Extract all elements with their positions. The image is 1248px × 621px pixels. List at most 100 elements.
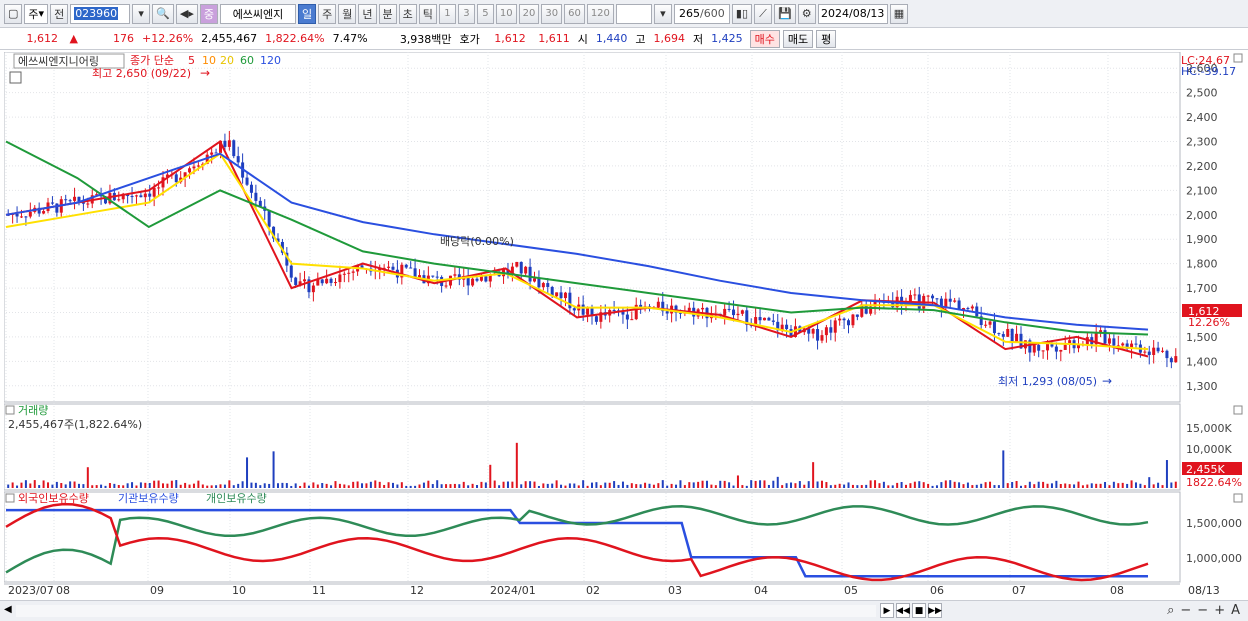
grid-toggle-icon[interactable]	[9, 71, 22, 84]
volume-bar	[197, 480, 200, 488]
search-icon[interactable]: 🔍	[152, 3, 174, 24]
eval-button[interactable]: 평	[816, 29, 837, 48]
volume-bar	[798, 481, 801, 488]
date-field[interactable]: 2024/08/13	[817, 3, 888, 24]
volume-bar	[975, 484, 978, 488]
candle-body	[1054, 346, 1058, 352]
volume-bar	[785, 483, 788, 488]
volume-bar	[537, 485, 540, 488]
window-icon[interactable]: ▢	[4, 3, 23, 24]
interval-1-button[interactable]: 1	[438, 3, 456, 24]
holding-close-icon[interactable]	[1233, 493, 1243, 503]
candle-body	[736, 313, 740, 316]
price-tick-label: 2,200	[1186, 160, 1218, 173]
volume-bar	[16, 485, 19, 488]
buy-button[interactable]: 매수	[749, 29, 780, 48]
candle-body	[64, 199, 68, 201]
code-dropdown-icon[interactable]: ▾	[132, 3, 151, 24]
volume-pct: 1,822.64%	[265, 32, 325, 45]
volume-bar	[29, 483, 32, 488]
zoom-min-icon[interactable]: −	[1197, 603, 1208, 618]
candle-body	[1121, 343, 1125, 346]
save-icon[interactable]: 💾	[774, 3, 796, 24]
interval-3-button[interactable]: 3	[457, 3, 475, 24]
volume-bar	[966, 482, 969, 488]
period-year-button[interactable]: 년	[358, 3, 377, 24]
period-week-button[interactable]: 주	[318, 3, 337, 24]
candle-body	[785, 324, 789, 330]
period-tick-button[interactable]: 틱	[418, 3, 437, 24]
stock-code-input[interactable]: 023960	[70, 3, 131, 24]
zoom-out-icon[interactable]: −	[1180, 603, 1191, 618]
chart-svg: 2,6002,5002,4002,3002,2002,1002,0001,900…	[3, 51, 1243, 597]
month-tick-label: 04	[754, 584, 768, 597]
stop-icon[interactable]: ■	[912, 603, 926, 618]
prev-button[interactable]: 전	[50, 3, 69, 24]
interval-20-button[interactable]: 20	[518, 3, 540, 24]
scroll-track[interactable]	[16, 605, 876, 617]
candle-body	[86, 203, 90, 205]
zoom-search-icon[interactable]: ⌕	[1167, 603, 1174, 618]
stock-name-field[interactable]: 에쓰씨엔지	[220, 3, 296, 24]
volume-toggle-icon[interactable]	[5, 405, 15, 415]
period-second-button[interactable]: 초	[398, 3, 417, 24]
chart-area[interactable]: 2,600 2,500 2,400 2,300 2,200 2,100 2,000 1,900…	[3, 51, 1244, 600]
play-icon[interactable]: ▶	[880, 603, 894, 618]
price-tick-label: 1,400	[1186, 355, 1218, 368]
price-close-icon[interactable]	[1233, 53, 1243, 63]
candle-body	[656, 301, 660, 308]
count-field[interactable]: 265/600	[673, 3, 730, 24]
interval-60-button[interactable]: 60	[564, 3, 585, 24]
rewind-icon[interactable]: ◀◀	[896, 603, 910, 618]
volume-bar	[692, 482, 695, 488]
volume-bar	[1042, 481, 1045, 488]
volume-bar	[117, 485, 120, 488]
candle-body	[1161, 350, 1165, 352]
change-value: 176	[113, 32, 134, 45]
period-month-button[interactable]: 월	[338, 3, 357, 24]
zoom-in-icon[interactable]: +	[1214, 603, 1225, 618]
speaker-icon[interactable]: ◀▸	[175, 3, 198, 24]
foreign-holding-label: 외국인보유수량	[18, 492, 89, 505]
period-day-button[interactable]: 일	[298, 3, 317, 24]
volume-bar	[201, 484, 204, 488]
interval-30-button[interactable]: 30	[541, 3, 563, 24]
interval-5-button[interactable]: 5	[476, 3, 494, 24]
volume-bar	[1015, 480, 1018, 488]
volume-bar	[705, 480, 708, 488]
candle-body	[824, 327, 828, 336]
volume-bar	[958, 482, 961, 488]
volume-bar	[736, 475, 739, 488]
volume-bar	[944, 480, 947, 488]
period-type-select[interactable]: 주 ▾	[24, 3, 49, 24]
candle-body	[303, 279, 307, 282]
gear-icon[interactable]: ⚙	[797, 3, 816, 24]
volume-bar	[595, 482, 598, 488]
interval-dropdown-icon[interactable]: ▾	[653, 3, 672, 24]
sell-button[interactable]: 매도	[782, 29, 814, 48]
volume-close-icon[interactable]	[1233, 405, 1243, 415]
candle-type-icon[interactable]: ▮▯	[731, 3, 753, 24]
volume-bar	[383, 484, 386, 488]
font-size-icon[interactable]: A	[1231, 603, 1240, 618]
volume-bar	[520, 484, 523, 488]
holding-toggle-icon[interactable]	[5, 493, 15, 503]
price-tick-label: 2,100	[1186, 184, 1218, 197]
volume-bar	[652, 484, 655, 488]
candle-body	[1143, 351, 1147, 353]
interval-10-button[interactable]: 10	[495, 3, 517, 24]
period-minute-button[interactable]: 분	[378, 3, 397, 24]
forward-icon[interactable]: ▶▶	[928, 603, 942, 618]
volume-bar	[312, 482, 315, 488]
volume-bar	[303, 482, 306, 488]
volume-bar	[139, 482, 142, 488]
month-tick-label: 12	[410, 584, 424, 597]
volume-bar	[42, 480, 45, 488]
line-tool-icon[interactable]: ⟋	[754, 3, 773, 24]
price-tick-label: 1,300	[1186, 380, 1218, 393]
interval-120-button[interactable]: 120	[586, 3, 614, 24]
volume-bar	[192, 483, 195, 488]
interval-custom-input[interactable]	[615, 3, 652, 24]
calendar-icon[interactable]: ▦	[889, 3, 909, 24]
scroll-left-icon[interactable]: ◀	[4, 604, 12, 615]
